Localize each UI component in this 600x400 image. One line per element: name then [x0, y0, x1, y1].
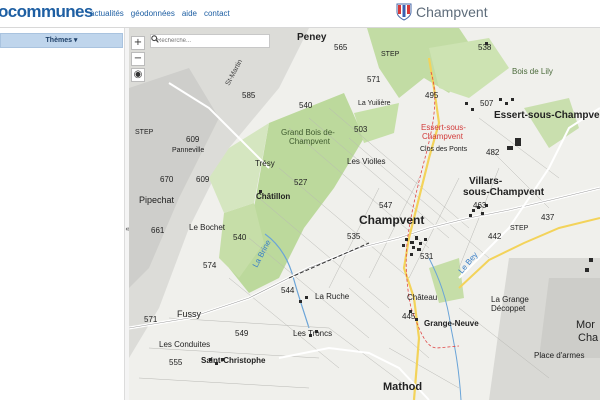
app-root: ocommunes actualités géodonnées aide con…	[0, 0, 600, 400]
map-label-essert: Essert-sous-Champvent	[494, 110, 600, 121]
map-label-531: 531	[420, 252, 434, 261]
map-label-peney: Peney	[297, 32, 327, 43]
map-label-495: 495	[425, 91, 439, 100]
commune-coat-of-arms-icon	[396, 3, 412, 21]
map-label-step-3: STEP	[510, 225, 529, 232]
map-label-villars-2: sous-Champvent	[463, 187, 545, 198]
locate-button[interactable]: ◉	[131, 68, 145, 82]
map-label-609a: 609	[186, 135, 200, 144]
commune-identity: Champvent	[396, 3, 488, 21]
map-label-bois-de-lily: Bois de Lily	[512, 67, 553, 76]
map-label-le-bochet: Le Bochet	[189, 223, 226, 232]
map-label-609b: 609	[196, 175, 210, 184]
map-label-les-troncs: Les Troncs	[293, 329, 332, 338]
map-label-661: 661	[151, 226, 165, 235]
nav-link-aide[interactable]: aide	[182, 9, 197, 18]
map-label-grand-bois: Grand Bois de-	[281, 128, 335, 137]
map-label-549: 549	[235, 329, 249, 338]
map-label-essert-red-2: Champvent	[422, 132, 464, 141]
map-label-585: 585	[242, 91, 256, 100]
map-label-571b: 571	[144, 315, 158, 324]
map-label-les-conduites: Les Conduites	[159, 340, 210, 349]
top-header: ocommunes actualités géodonnées aide con…	[0, 0, 600, 28]
map-label-chateau: Château	[407, 293, 437, 302]
map-zoom-controls: + − ◉	[131, 36, 145, 84]
map-label-champvent-small: Champvent	[289, 137, 331, 146]
map-label-les-violles: Les Violles	[347, 157, 386, 166]
map-label-538: 538	[478, 43, 492, 52]
map-label-670: 670	[160, 175, 174, 184]
map-label-535: 535	[347, 232, 361, 241]
map-label-villars: Villars-	[469, 176, 502, 187]
map-label-437: 437	[541, 213, 555, 222]
map-label-clos-des-ponts: Clos des Ponts	[420, 146, 468, 153]
map-label-445: 445	[402, 312, 416, 321]
map-label-step-1: STEP	[381, 51, 400, 58]
map-label-540b: 540	[233, 233, 247, 242]
map-label-mathod: Mathod	[383, 381, 422, 393]
map-label-540a: 540	[299, 101, 313, 110]
map-search-input[interactable]	[157, 38, 257, 44]
map-label-la-yuiliere: La Yuilière	[358, 100, 391, 107]
main-nav: actualités géodonnées aide contact	[90, 9, 230, 18]
map-label-champvent: Champvent	[359, 213, 424, 227]
map-label-panneville: Panneville	[172, 147, 204, 154]
commune-title: Champvent	[416, 4, 488, 20]
map-label-la-ruche: La Ruche	[315, 292, 350, 301]
map-label-chatillon: Châtillon	[256, 192, 290, 201]
map-label-574: 574	[203, 261, 217, 270]
map-label-mor: Mor	[576, 319, 595, 331]
map-label-547: 547	[379, 201, 393, 210]
map-label-place-darmes: Place d'armes	[534, 351, 584, 360]
map-label-cha: Cha	[578, 332, 599, 344]
sidebar: Thèmes ▾	[0, 28, 124, 400]
map-label-442: 442	[488, 232, 502, 241]
map-label-544: 544	[281, 286, 295, 295]
map-label-st-christophe: Saint-Christophe	[201, 356, 266, 365]
map-label-essert-red: Essert-sous-	[421, 123, 466, 132]
zoom-out-button[interactable]: −	[131, 52, 145, 66]
map-label-482: 482	[486, 148, 500, 157]
map-search-box[interactable]	[150, 34, 270, 48]
topographic-map: Peney 565 538 Bois de Lily STEP 585 St-M…	[129, 28, 600, 400]
map-label-tresy: Trésy	[255, 159, 275, 168]
map-label-grange-neuve: Grange-Neuve	[424, 319, 479, 328]
map-view[interactable]: Peney 565 538 Bois de Lily STEP 585 St-M…	[129, 28, 600, 400]
map-label-463: 463	[473, 201, 487, 210]
nav-link-geodonnees[interactable]: géodonnées	[131, 9, 175, 18]
map-label-fussy: Fussy	[177, 309, 202, 319]
map-label-507: 507	[480, 99, 494, 108]
map-label-la-grange: La Grange	[491, 295, 529, 304]
map-label-555: 555	[169, 358, 183, 367]
search-icon	[151, 35, 159, 43]
map-label-decoppet: Décoppet	[491, 304, 526, 313]
map-label-565: 565	[334, 43, 348, 52]
themes-dropdown-button[interactable]: Thèmes ▾	[0, 33, 123, 48]
brand-logo-text[interactable]: ocommunes	[0, 2, 93, 22]
nav-link-actualites[interactable]: actualités	[90, 9, 124, 18]
zoom-in-button[interactable]: +	[131, 36, 145, 50]
nav-link-contact[interactable]: contact	[204, 9, 230, 18]
map-label-step-2: STEP	[135, 129, 154, 136]
map-label-527: 527	[294, 178, 308, 187]
map-label-503: 503	[354, 125, 368, 134]
map-label-571a: 571	[367, 75, 381, 84]
map-label-pipechat: Pipechat	[139, 195, 175, 205]
